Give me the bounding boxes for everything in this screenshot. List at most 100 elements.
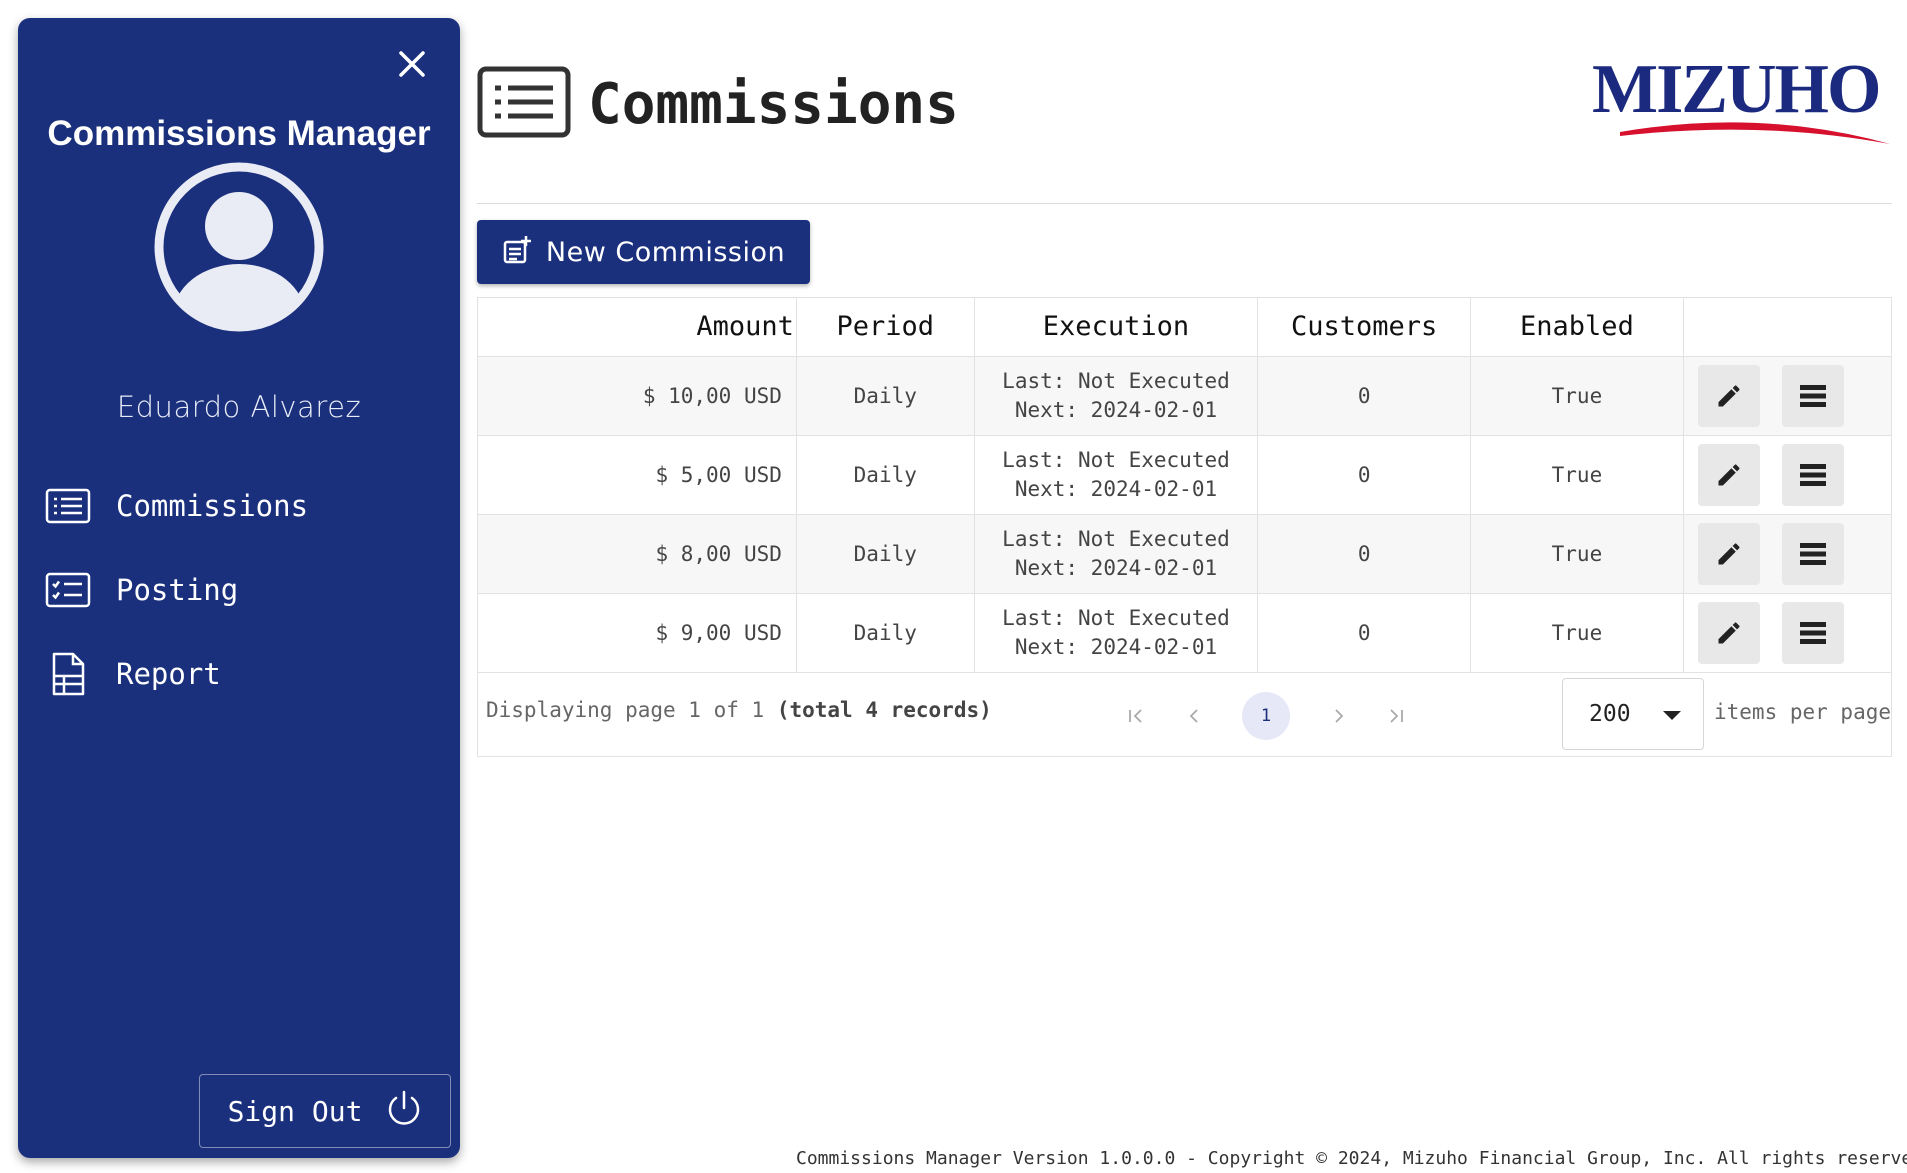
prev-page-icon[interactable] [1170, 692, 1218, 740]
next-page-icon[interactable] [1315, 692, 1363, 740]
logo-text: MIZUHO [1592, 51, 1879, 128]
sidebar-item-commissions[interactable]: Commissions [44, 464, 444, 548]
execution-next: Next: 2024-02-01 [1014, 397, 1218, 422]
enabled-cell: True [1470, 435, 1684, 515]
column-header-amount[interactable]: Amount [478, 298, 797, 357]
actions-cell [1683, 356, 1891, 436]
close-icon[interactable] [392, 44, 432, 84]
actions-cell [1683, 514, 1891, 594]
actions-cell [1683, 435, 1891, 515]
amount-cell: $ 9,00 USD [478, 593, 797, 673]
actions-cell [1683, 593, 1891, 673]
add-note-icon [502, 235, 532, 269]
execution-cell: Last: Not Executed Next: 2024-02-01 [974, 593, 1259, 673]
sidebar: Commissions Manager Eduardo Alvarez Comm… [18, 18, 460, 1158]
document-icon [44, 650, 92, 698]
pencil-icon [1718, 542, 1740, 564]
amount-cell: $ 8,00 USD [478, 514, 797, 594]
period-cell: Daily [796, 593, 975, 673]
list-icon [477, 66, 571, 138]
pager-info-prefix: Displaying page 1 of 1 [486, 698, 765, 722]
footer-text: Commissions Manager Version 1.0.0.0 - Co… [796, 1148, 1907, 1169]
sidebar-item-label: Report [116, 657, 221, 691]
sidebar-item-report[interactable]: Report [44, 632, 444, 716]
new-commission-button[interactable]: New Commission [477, 220, 810, 284]
sign-out-button[interactable]: Sign Out [199, 1074, 451, 1148]
enabled-cell: True [1470, 356, 1684, 436]
sidebar-item-posting[interactable]: Posting [44, 548, 444, 632]
header-divider [477, 203, 1892, 204]
power-icon [386, 1090, 422, 1132]
amount-cell: $ 5,00 USD [478, 435, 797, 515]
customers-cell: 0 [1257, 593, 1472, 673]
edit-button[interactable] [1697, 601, 1760, 664]
menu-icon [1800, 384, 1827, 407]
user-name: Eduardo Alvarez [116, 390, 362, 424]
period-cell: Daily [796, 514, 975, 594]
table-row: $ 9,00 USD Daily Last: Not Executed Next:… [478, 593, 1891, 673]
pencil-icon [1718, 621, 1740, 643]
execution-next: Next: 2024-02-01 [1014, 634, 1218, 659]
last-page-icon[interactable] [1372, 692, 1420, 740]
execution-last: Last: Not Executed [1002, 605, 1230, 630]
enabled-cell: True [1470, 514, 1684, 594]
details-button[interactable] [1782, 364, 1845, 427]
column-header-execution[interactable]: Execution [974, 298, 1259, 357]
customers-cell: 0 [1257, 356, 1472, 436]
execution-next: Next: 2024-02-01 [1014, 476, 1218, 501]
items-per-page-value: 200 [1589, 701, 1631, 727]
pencil-icon [1718, 463, 1740, 485]
execution-last: Last: Not Executed [1002, 447, 1230, 472]
details-button[interactable] [1782, 443, 1845, 506]
menu-icon [1800, 463, 1827, 486]
details-button[interactable] [1782, 601, 1845, 664]
column-header-period[interactable]: Period [796, 298, 975, 357]
list-icon [44, 482, 92, 530]
execution-cell: Last: Not Executed Next: 2024-02-01 [974, 514, 1259, 594]
details-button[interactable] [1782, 522, 1845, 585]
page-title: Commissions [588, 72, 959, 137]
page-number-button[interactable]: 1 [1242, 692, 1290, 740]
column-header-enabled[interactable]: Enabled [1470, 298, 1684, 357]
period-cell: Daily [796, 435, 975, 515]
execution-cell: Last: Not Executed Next: 2024-02-01 [974, 356, 1259, 436]
execution-cell: Last: Not Executed Next: 2024-02-01 [974, 435, 1259, 515]
avatar-icon [150, 158, 328, 336]
execution-last: Last: Not Executed [1002, 526, 1230, 551]
commissions-table: Amount Period Execution Customers Enable… [477, 297, 1892, 757]
checklist-icon [44, 566, 92, 614]
pencil-icon [1718, 384, 1740, 406]
amount-cell: $ 10,00 USD [478, 356, 797, 436]
pager-info: Displaying page 1 of 1 (total 4 records) [486, 698, 992, 722]
edit-button[interactable] [1697, 364, 1760, 427]
mizuho-logo: MIZUHO [1590, 50, 1892, 150]
execution-last: Last: Not Executed [1002, 368, 1230, 393]
edit-button[interactable] [1697, 443, 1760, 506]
table-header-row: Amount Period Execution Customers Enable… [478, 298, 1891, 357]
menu-icon [1800, 542, 1827, 565]
first-page-icon[interactable] [1112, 692, 1160, 740]
column-header-customers[interactable]: Customers [1257, 298, 1472, 357]
new-commission-label: New Commission [545, 236, 786, 268]
paginator: Displaying page 1 of 1 (total 4 records)… [478, 670, 1891, 756]
table-row: $ 10,00 USD Daily Last: Not Executed Next… [478, 356, 1891, 436]
execution-next: Next: 2024-02-01 [1014, 555, 1218, 580]
app-title: Commissions Manager [47, 114, 431, 153]
column-header-actions [1683, 298, 1891, 357]
sign-out-label: Sign Out [227, 1094, 363, 1128]
menu-icon [1800, 621, 1827, 644]
period-cell: Daily [796, 356, 975, 436]
customers-cell: 0 [1257, 514, 1472, 594]
caret-down-icon [1663, 711, 1681, 720]
items-per-page-select[interactable]: 200 [1562, 678, 1704, 750]
customers-cell: 0 [1257, 435, 1472, 515]
edit-button[interactable] [1697, 522, 1760, 585]
table-row: $ 5,00 USD Daily Last: Not Executed Next:… [478, 435, 1891, 515]
enabled-cell: True [1470, 593, 1684, 673]
sidebar-nav: Commissions Posting Report [44, 464, 444, 716]
pager-info-total: (total 4 records) [776, 698, 992, 722]
sidebar-item-label: Posting [116, 573, 239, 607]
items-per-page-label: items per page [1714, 700, 1892, 724]
sidebar-item-label: Commissions [116, 489, 309, 523]
table-row: $ 8,00 USD Daily Last: Not Executed Next:… [478, 514, 1891, 594]
